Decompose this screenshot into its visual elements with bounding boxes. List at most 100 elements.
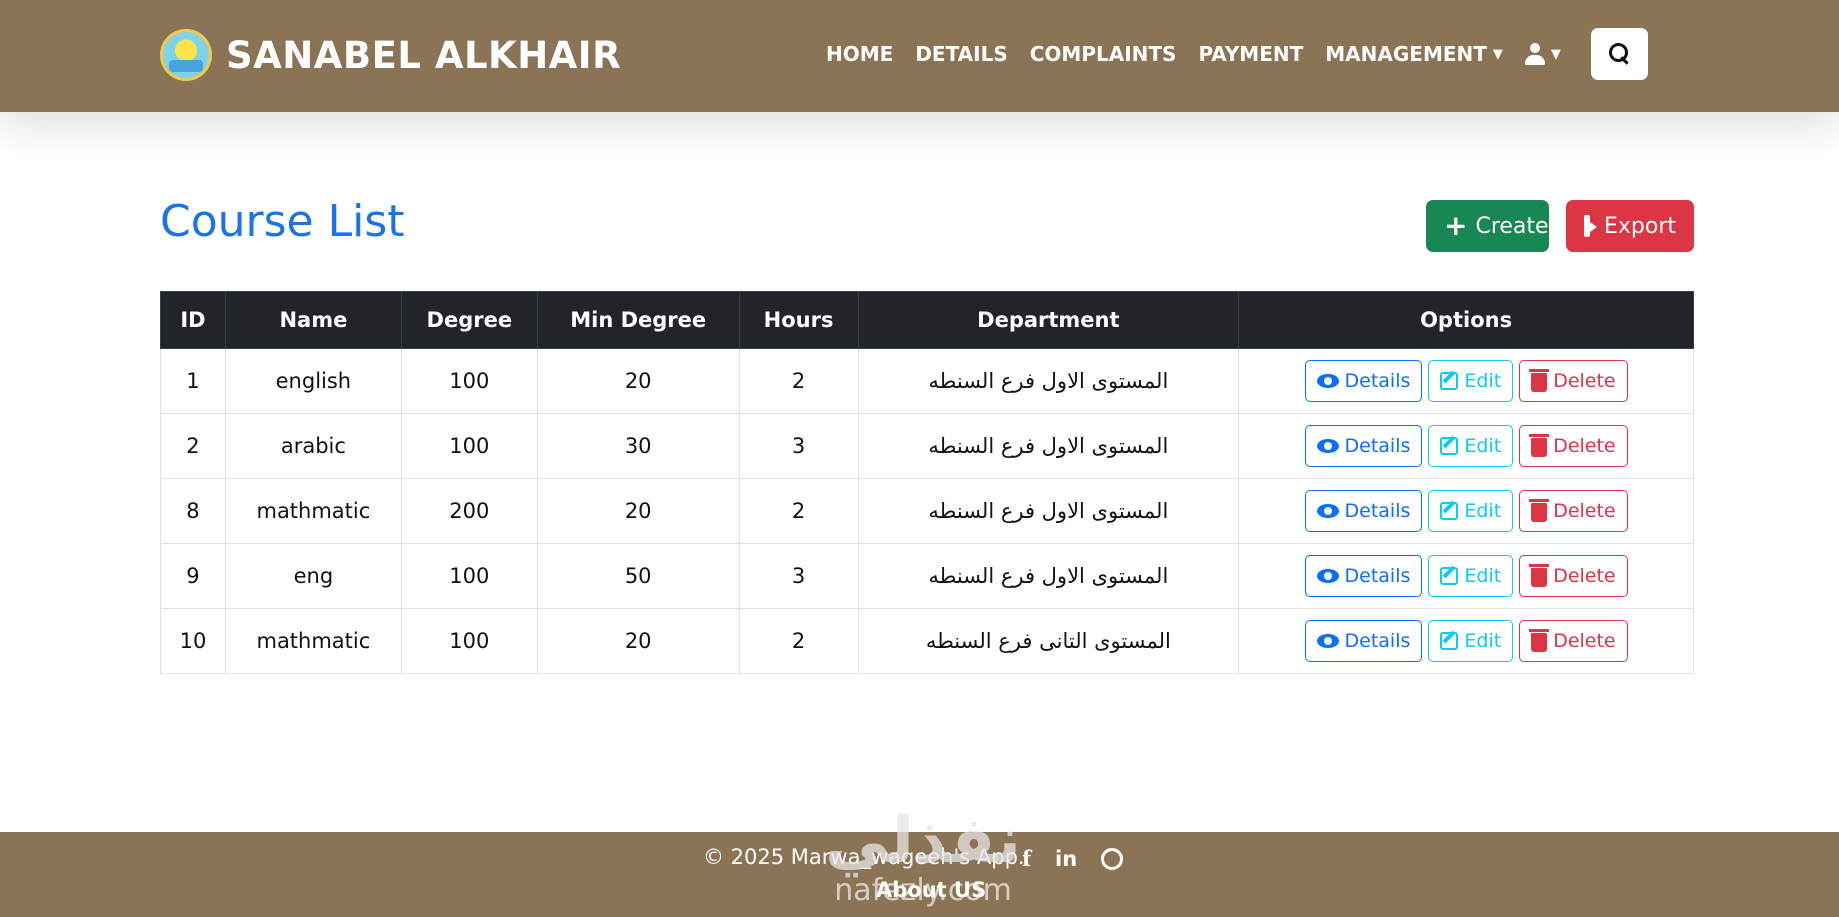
details-button[interactable]: Details (1304, 555, 1423, 597)
nav-links: HOME DETAILS COMPLAINTS PAYMENT MANAGEME… (826, 34, 1561, 74)
header-row: ID Name Degree Min Degree Hours Departme… (160, 291, 1694, 349)
edit-label: Edit (1464, 370, 1502, 392)
table-row: 1 english 100 20 2 المستوى الاول فرع السنطه D… (160, 348, 1694, 414)
delete-button[interactable]: Delete (1519, 425, 1628, 467)
delete-button[interactable]: Delete (1519, 490, 1628, 532)
row-actions: Details Edit Delete (1239, 360, 1693, 402)
linkedin-icon[interactable]: in (1055, 847, 1077, 871)
nursery-logo-icon (160, 29, 212, 81)
edit-button[interactable]: Edit (1428, 620, 1514, 662)
facebook-icon[interactable]: f (1022, 846, 1031, 871)
delete-label: Delete (1553, 565, 1616, 587)
cell-hours: 2 (738, 478, 859, 544)
edit-icon (1440, 632, 1459, 650)
row-actions: Details Edit Delete (1239, 555, 1693, 597)
edit-icon (1440, 372, 1459, 390)
page-title: Course List (160, 196, 405, 247)
edit-icon (1440, 567, 1459, 585)
header-options: Options (1238, 291, 1694, 349)
chevron-down-icon: ▼ (1550, 46, 1561, 62)
export-button[interactable]: Export (1566, 200, 1694, 252)
eye-icon (1316, 439, 1339, 453)
cell-department: المستوى الاول فرع السنطه (857, 348, 1240, 414)
edit-button[interactable]: Edit (1428, 425, 1514, 467)
plus-icon: + (1444, 209, 1468, 242)
edit-label: Edit (1464, 565, 1502, 587)
nav-management-dropdown[interactable]: MANAGEMENT ▼ (1325, 42, 1503, 66)
search-icon (1608, 43, 1631, 65)
eye-icon (1316, 634, 1339, 648)
cell-hours: 2 (738, 348, 859, 414)
details-button[interactable]: Details (1304, 425, 1423, 467)
course-table: ID Name Degree Min Degree Hours Departme… (160, 291, 1694, 674)
create-label: Create (1475, 213, 1549, 239)
nav-payment[interactable]: PAYMENT (1198, 42, 1303, 66)
cell-hours: 3 (738, 413, 859, 479)
create-button[interactable]: + Create (1426, 200, 1549, 252)
eye-icon (1316, 374, 1339, 388)
cell-department: المستوى الاول فرع السنطه (857, 543, 1240, 609)
header-id: ID (160, 291, 226, 349)
header-department: Department (857, 291, 1240, 349)
copyright-text: © 2025 Marwa_wageeh's App. (703, 845, 1025, 869)
row-actions: Details Edit Delete (1239, 620, 1693, 662)
file-export-icon (1584, 215, 1597, 237)
cell-options: Details Edit Delete (1238, 348, 1694, 414)
brand-name: SANABEL ALKHAIR (226, 33, 622, 77)
edit-icon (1440, 502, 1459, 520)
delete-button[interactable]: Delete (1519, 620, 1628, 662)
cell-degree: 100 (400, 413, 538, 479)
cell-id: 8 (160, 478, 226, 544)
cell-degree: 100 (400, 543, 538, 609)
edit-label: Edit (1464, 435, 1502, 457)
cell-name: mathmatic (224, 478, 402, 544)
cell-min-degree: 20 (536, 608, 740, 674)
delete-button[interactable]: Delete (1519, 360, 1628, 402)
delete-label: Delete (1553, 500, 1616, 522)
cell-hours: 2 (738, 608, 859, 674)
nav-details[interactable]: DETAILS (915, 42, 1007, 66)
user-menu-dropdown[interactable]: ▼ (1524, 43, 1561, 65)
export-label: Export (1603, 213, 1676, 239)
cell-id: 10 (160, 608, 226, 674)
table-body: 1 english 100 20 2 المستوى الاول فرع السنطه D… (160, 348, 1694, 674)
cell-hours: 3 (738, 543, 859, 609)
delete-label: Delete (1553, 370, 1616, 392)
footer: © 2025 Marwa_wageeh's App. f in About US (0, 832, 1839, 917)
row-actions: Details Edit Delete (1239, 425, 1693, 467)
trash-icon (1529, 368, 1550, 392)
trash-icon (1529, 433, 1550, 457)
social-links: f in (1022, 846, 1124, 871)
nav-home[interactable]: HOME (826, 42, 893, 66)
cell-id: 1 (160, 348, 226, 414)
delete-button[interactable]: Delete (1519, 555, 1628, 597)
cell-options: Details Edit Delete (1238, 543, 1694, 609)
eye-icon (1316, 569, 1339, 583)
trash-icon (1529, 563, 1550, 587)
nav-complaints[interactable]: COMPLAINTS (1030, 42, 1177, 66)
details-button[interactable]: Details (1304, 620, 1423, 662)
details-label: Details (1344, 565, 1411, 587)
edit-button[interactable]: Edit (1428, 360, 1514, 402)
details-button[interactable]: Details (1304, 360, 1423, 402)
chevron-down-icon: ▼ (1492, 46, 1503, 62)
brand[interactable]: SANABEL ALKHAIR (160, 28, 621, 82)
details-label: Details (1344, 630, 1411, 652)
table-row: 10 mathmatic 100 20 2 المستوى التانى فرع السن… (160, 608, 1694, 674)
cell-name: english (224, 348, 402, 414)
row-actions: Details Edit Delete (1239, 490, 1693, 532)
cell-min-degree: 50 (536, 543, 740, 609)
cell-name: eng (224, 543, 402, 609)
search-button[interactable] (1591, 28, 1648, 80)
cell-min-degree: 20 (536, 478, 740, 544)
details-label: Details (1344, 370, 1411, 392)
edit-button[interactable]: Edit (1428, 490, 1514, 532)
delete-label: Delete (1553, 435, 1616, 457)
header-degree: Degree (400, 291, 538, 349)
about-us-link[interactable]: About US (876, 878, 986, 902)
cell-degree: 200 (400, 478, 538, 544)
cell-options: Details Edit Delete (1238, 478, 1694, 544)
details-button[interactable]: Details (1304, 490, 1423, 532)
edit-button[interactable]: Edit (1428, 555, 1514, 597)
github-icon[interactable] (1101, 847, 1124, 870)
